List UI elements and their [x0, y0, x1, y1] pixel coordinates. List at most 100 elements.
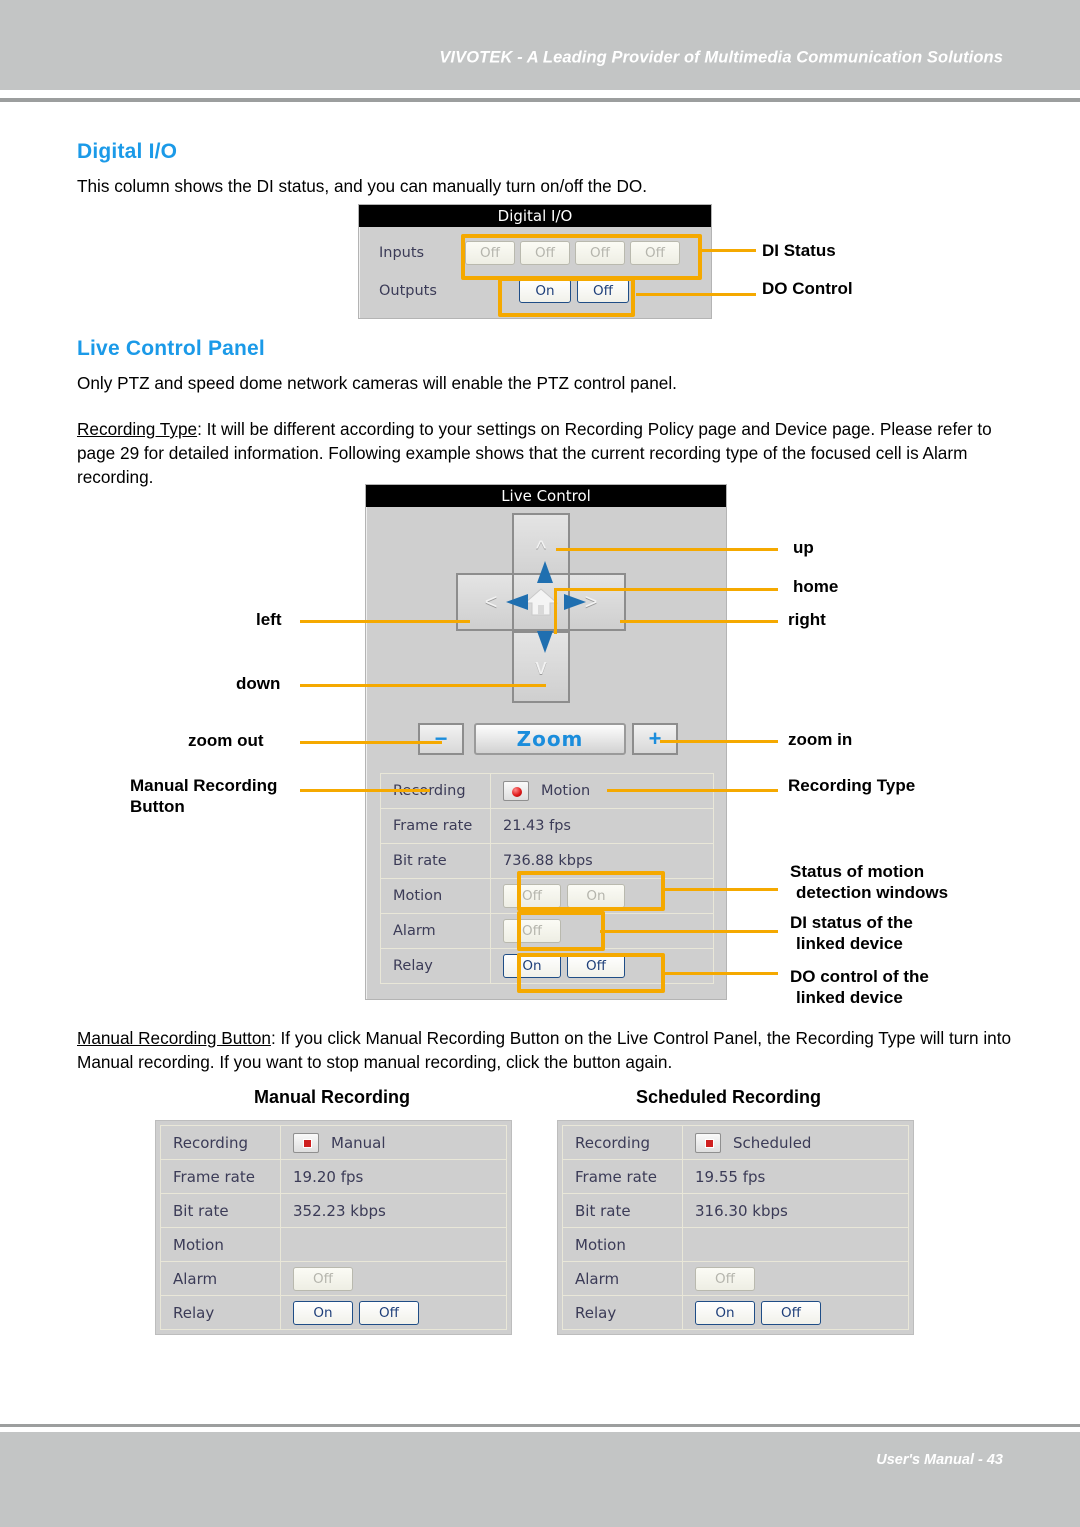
heading-live-control-panel: Live Control Panel — [77, 337, 265, 360]
footer-divider — [0, 1424, 1080, 1427]
highlight-do-control — [498, 277, 635, 317]
row-value-recording: Manual — [280, 1125, 507, 1160]
ptz-right-indicator-icon — [564, 594, 586, 610]
table-row: Motion — [562, 1227, 909, 1262]
scheduled-recording-table: Recording Scheduled Frame rate 19.55 fps… — [562, 1125, 909, 1330]
header-divider — [0, 98, 1080, 102]
page-header-band — [0, 0, 1080, 90]
callout-manual-recording-button: Manual Recording Button — [130, 775, 277, 817]
callout-di-status: DI Status — [762, 241, 836, 260]
term-recording-type: Recording Type — [77, 419, 198, 439]
chevron-up-icon: ^ — [535, 536, 547, 561]
ptz-control-cross: ^ < > v — [456, 513, 636, 703]
row-label-bit-rate: Bit rate — [380, 843, 491, 879]
callout-motion-status-line1: Status of motion — [790, 862, 925, 881]
table-row: Alarm Off — [160, 1261, 507, 1296]
example-title-manual-recording: Manual Recording — [254, 1087, 411, 1107]
highlight-relay-do-control — [517, 953, 665, 993]
alarm-off-button: Off — [695, 1266, 755, 1291]
row-value-frame-rate: 21.43 fps — [490, 808, 714, 844]
leader-home-vertical — [554, 588, 557, 634]
page-footer-text: User's Manual - 43 — [876, 1452, 1003, 1468]
table-row: Recording Manual — [160, 1125, 507, 1160]
callout-recording-type: Recording Type — [788, 776, 916, 795]
relay-off-button[interactable]: Off — [761, 1300, 821, 1325]
chevron-left-icon: < — [484, 589, 498, 614]
ptz-up-indicator-icon — [537, 561, 553, 583]
leader-di-status-linked — [600, 930, 778, 933]
callout-di-status-line1: DI status of the — [790, 913, 913, 932]
relay-off-button[interactable]: Off — [359, 1300, 419, 1325]
ptz-down-indicator-icon — [537, 631, 553, 653]
zoom-control-row: − Zoom + — [418, 723, 678, 757]
record-dot-icon[interactable] — [503, 781, 529, 801]
table-row: Bit rate 316.30 kbps — [562, 1193, 909, 1228]
row-label-alarm: Alarm — [562, 1261, 683, 1296]
leader-right — [620, 620, 778, 623]
live-control-panel-title: Live Control — [366, 485, 726, 507]
recording-type-value: Motion — [541, 783, 591, 799]
table-row: Alarm Off — [562, 1261, 909, 1296]
relay-on-button[interactable]: On — [293, 1300, 353, 1325]
row-label-frame-rate: Frame rate — [380, 808, 491, 844]
row-value-motion — [682, 1227, 909, 1262]
row-label-relay: Relay — [562, 1295, 683, 1330]
leader-zoom-out — [300, 741, 442, 744]
example-title-scheduled-recording: Scheduled Recording — [636, 1087, 822, 1107]
table-row: Frame rate 19.20 fps — [160, 1159, 507, 1194]
row-value-relay: On Off — [280, 1295, 507, 1330]
table-row: Frame rate 21.43 fps — [380, 808, 714, 844]
callout-right: right — [788, 610, 826, 629]
paragraph-digital-io: This column shows the DI status, and you… — [77, 176, 648, 196]
callout-motion-status: Status of motion detection windows — [790, 861, 948, 903]
row-value-frame-rate: 19.55 fps — [682, 1159, 909, 1194]
row-label-bit-rate: Bit rate — [160, 1193, 281, 1228]
callout-manual-recording-line1: Manual Recording — [130, 776, 278, 795]
callout-manual-recording-line2: Button — [130, 797, 185, 816]
paragraph-recording-type: Recording Type: It will be different acc… — [77, 417, 1012, 489]
paragraph-recording-type-body: : It will be different according to your… — [77, 419, 992, 487]
zoom-label-button[interactable]: Zoom — [474, 723, 626, 755]
leader-manual-recording-button — [300, 789, 430, 792]
leader-home — [556, 588, 778, 591]
row-label-relay: Relay — [380, 948, 491, 984]
highlight-alarm-di-status — [517, 911, 605, 951]
page-header-title: VIVOTEK - A Leading Provider of Multimed… — [439, 48, 1003, 67]
row-label-alarm: Alarm — [160, 1261, 281, 1296]
digital-io-outputs-label: Outputs — [379, 283, 437, 299]
table-row: Relay On Off — [562, 1295, 909, 1330]
callout-down: down — [236, 674, 281, 693]
digital-io-panel-title: Digital I/O — [359, 205, 711, 227]
leader-down — [300, 684, 546, 687]
leader-di-status — [702, 249, 756, 252]
leader-recording-type — [607, 789, 778, 792]
leader-up — [556, 548, 778, 551]
relay-on-button[interactable]: On — [695, 1300, 755, 1325]
zoom-in-button[interactable]: + — [632, 723, 678, 755]
leader-left — [300, 620, 470, 623]
callout-zoom-in: zoom in — [788, 730, 853, 749]
page-footer-band — [0, 1432, 1080, 1527]
row-label-recording: Recording — [160, 1125, 281, 1160]
callout-motion-status-line2: detection windows — [796, 883, 949, 902]
paragraph-live-control: Only PTZ and speed dome network cameras … — [77, 373, 677, 393]
table-row: Recording Scheduled — [562, 1125, 909, 1160]
callout-do-control-linked: DO control of the linked device — [790, 966, 929, 1008]
record-square-icon[interactable] — [293, 1132, 319, 1153]
heading-digital-io: Digital I/O — [77, 140, 178, 163]
row-label-motion: Motion — [380, 878, 491, 914]
callout-zoom-out: zoom out — [188, 731, 264, 750]
row-label-frame-rate: Frame rate — [562, 1159, 683, 1194]
row-value-bit-rate: 352.23 kbps — [280, 1193, 507, 1228]
row-label-motion: Motion — [562, 1227, 683, 1262]
leader-motion-status — [665, 888, 778, 891]
table-row: Relay On Off — [160, 1295, 507, 1330]
row-value-bit-rate: 316.30 kbps — [682, 1193, 909, 1228]
zoom-out-button[interactable]: − — [418, 723, 464, 755]
table-row: Motion — [160, 1227, 507, 1262]
home-icon — [524, 588, 558, 616]
row-value-alarm: Off — [682, 1261, 909, 1296]
chevron-right-icon: > — [584, 589, 598, 614]
record-square-icon[interactable] — [695, 1132, 721, 1153]
row-label-bit-rate: Bit rate — [562, 1193, 683, 1228]
